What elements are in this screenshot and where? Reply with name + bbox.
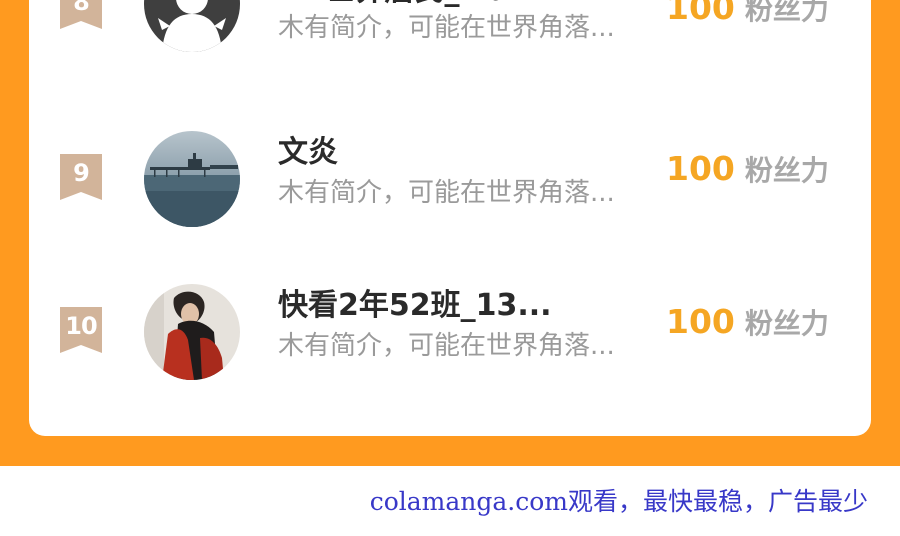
user-bio: 木有简介，可能在世界角落... — [278, 331, 615, 361]
fans-count: 100 — [666, 149, 735, 188]
rank-badge: 8 — [60, 0, 102, 29]
pier-photo-avatar-icon — [144, 131, 240, 227]
fans-label: 粉丝力 — [744, 154, 829, 187]
user-name[interactable]: KK世界居民_KbN... — [278, 0, 564, 11]
user-name[interactable]: 快看2年52班_13... — [278, 286, 552, 326]
ranking-card: 8 KK世界居民_KbN... 木有简介，可能在世界角落... 100 粉丝力 9 — [29, 0, 871, 436]
fans-power: 100 粉丝力 — [666, 302, 829, 348]
rank-badge: 10 — [60, 307, 102, 353]
fans-label: 粉丝力 — [744, 0, 829, 26]
user-bio: 木有简介，可能在世界角落... — [278, 178, 615, 208]
default-ghost-avatar-icon — [144, 0, 240, 52]
rank-badge: 9 — [60, 154, 102, 200]
rank-number: 8 — [73, 0, 90, 16]
user-name[interactable]: 文炎 — [278, 133, 338, 173]
avatar[interactable] — [144, 131, 240, 227]
fans-power: 100 粉丝力 — [666, 0, 829, 34]
avatar[interactable] — [144, 0, 240, 52]
rank-number: 9 — [73, 159, 90, 187]
fans-power: 100 粉丝力 — [666, 149, 829, 195]
fans-count: 100 — [666, 0, 735, 27]
footer-ad-text[interactable]: colamanga.com观看，最快最稳，广告最少 — [0, 484, 868, 520]
person-photo-avatar-icon — [144, 284, 240, 380]
ranking-row[interactable]: 8 KK世界居民_KbN... 木有简介，可能在世界角落... 100 粉丝力 — [29, 0, 871, 93]
ranking-row[interactable]: 9 文炎 木有简介，可能在世界角落... 100 粉丝力 — [29, 131, 871, 241]
fans-label: 粉丝力 — [744, 307, 829, 340]
ranking-row[interactable]: 10 快看2年52班_13... 木有简介，可能在世界角落... 100 粉丝力 — [29, 284, 871, 394]
user-bio: 木有简介，可能在世界角落... — [278, 13, 615, 43]
avatar[interactable] — [144, 284, 240, 380]
rank-number: 10 — [65, 312, 97, 340]
fans-count: 100 — [666, 302, 735, 341]
